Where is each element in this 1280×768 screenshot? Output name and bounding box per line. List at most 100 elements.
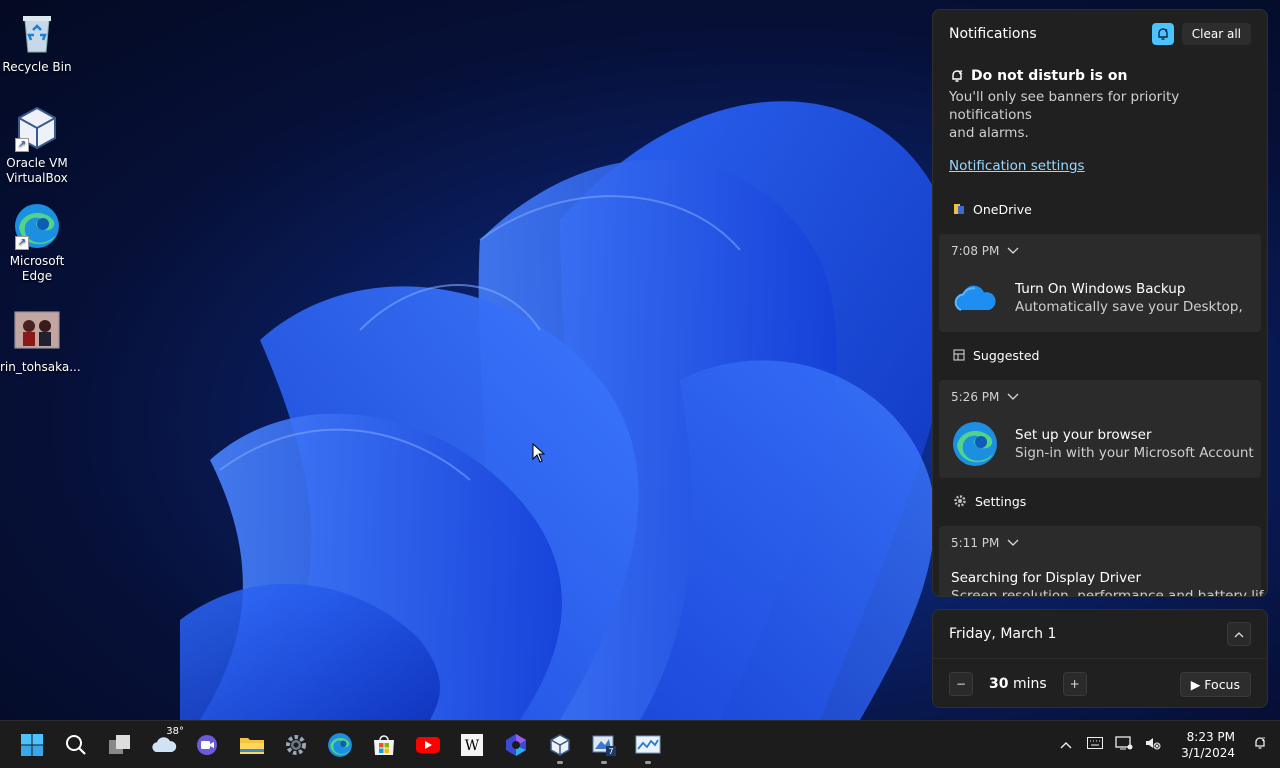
focus-unit: mins [1012,676,1047,692]
group-app-name: Suggested [973,347,1040,363]
taskbar-clock[interactable]: 8:23 PM 3/1/2024 [1167,729,1245,761]
keyboard-icon[interactable] [1080,736,1109,753]
svg-text:W: W [465,738,480,754]
focus-controls: − 30 mins + ▶ Focus [933,659,1267,709]
desktop-icon-label: Recycle Bin [2,60,72,74]
network-icon[interactable] [1109,735,1138,754]
onedrive-cloud-icon [954,285,996,311]
dnd-desc-line: You'll only see banners for priority not… [949,89,1180,123]
dnd-bell-icon: z [1254,736,1265,749]
do-not-disturb-toggle[interactable]: z [1151,23,1174,45]
taskbar-resource-monitor[interactable] [626,725,670,765]
windows-logo-icon [21,733,43,756]
notification-group-suggested: Suggested [933,342,1267,368]
toast-title: Searching for Display Driver [951,570,1141,586]
taskbar-virtual-machine[interactable]: 7 [582,725,626,765]
toast-title: Turn On Windows Backup [1015,281,1186,297]
clock-time: 8:23 PM [1186,729,1235,744]
shortcut-arrow-icon: ↗ [15,236,29,250]
notification-header: Notifications z Clear all [933,10,1267,58]
toast-body: Turn On Windows Backup Automatically sav… [951,274,1249,322]
toast-subtitle: Screen resolution, performance and batte… [951,588,1268,597]
desktop-icon-microsoft-edge[interactable]: ↗ Microsoft Edge [0,202,74,284]
desktop-icon-label: Microsoft [9,254,65,268]
taskbar-file-explorer[interactable] [230,725,274,765]
toast-subtitle: Automatically save your Desktop, [1015,299,1243,315]
decrease-focus-button[interactable]: − [949,672,973,696]
notification-group-settings: Settings [933,488,1267,514]
task-view-button[interactable] [98,725,142,765]
start-button[interactable] [10,725,54,765]
taskbar-microsoft-store[interactable] [362,725,406,765]
taskbar-wikipedia[interactable]: W [450,725,494,765]
taskbar-copilot[interactable] [494,725,538,765]
calendar-panel: Friday, March 1 − 30 mins + ▶ Focus [932,609,1268,708]
dnd-desc-line: and alarms. [949,125,1029,141]
desktop-icon-recycle-bin[interactable]: Recycle Bin [0,8,74,75]
cloud-icon [152,736,177,752]
notification-toast-suggested[interactable]: 5:26 PM Set up your browser Sign-in with… [939,380,1261,478]
running-indicator [645,760,651,764]
taskbar: 38° W 7 8:23 PM 3/1/2024 z [0,720,1280,768]
dnd-title: Do not disturb is on [971,68,1128,84]
group-app-name: OneDrive [973,201,1032,217]
chevron-down-icon[interactable] [1007,539,1019,547]
volume-muted-icon[interactable] [1138,736,1167,754]
notification-bell-button[interactable]: z [1245,735,1274,755]
notification-toast-settings[interactable]: 5:11 PM Searching for Display Driver Scr… [939,526,1267,596]
dnd-heading: z Do not disturb is on [949,68,1251,84]
svg-text:z: z [1262,736,1265,743]
weather-widget[interactable]: 38° [142,725,186,765]
monitor-chart-icon [635,735,661,753]
svg-text:z: z [959,69,963,76]
edge-icon [953,422,997,466]
desktop-icon-label: Edge [21,269,53,283]
running-indicator [557,760,563,764]
desktop-icon-virtualbox[interactable]: ↗ Oracle VM VirtualBox [0,104,74,186]
taskbar-virtualbox[interactable] [538,725,582,765]
notification-center: Notifications z Clear all z Do not distu… [932,9,1268,597]
shortcut-arrow-icon: ↗ [15,138,29,152]
focus-button-label: Focus [1204,676,1240,692]
focus-value: 30 [989,676,1009,692]
increase-focus-button[interactable]: + [1062,672,1087,696]
task-view-icon [109,734,130,754]
desktop-icon-label: VirtualBox [6,171,68,185]
taskbar-edge[interactable] [318,725,362,765]
store-icon [374,734,394,755]
svg-text:7: 7 [608,747,613,756]
toast-body: Set up your browser Sign-in with your Mi… [951,420,1254,468]
expand-calendar-button[interactable] [1227,622,1251,646]
focus-duration: 30 mins [989,676,1047,692]
notification-title: Notifications [949,26,1037,42]
do-not-disturb-info: z Do not disturb is on You'll only see b… [933,58,1267,174]
notification-toast-onedrive[interactable]: 7:08 PM Turn On Windows Backup Automatic… [939,234,1261,332]
search-icon [66,734,86,755]
recycle-bin-icon [13,8,61,56]
taskbar-meet[interactable] [186,725,230,765]
clock-date: 3/1/2024 [1181,745,1235,760]
focus-button[interactable]: ▶ Focus [1179,671,1251,697]
group-app-name: Settings [975,493,1027,509]
desktop-icon-image-file[interactable]: rin_tohsaka... [0,308,81,375]
taskbar-settings[interactable] [274,725,318,765]
desktop-icon-label: Oracle VM [6,156,68,170]
folder-icon [240,737,264,754]
dnd-bell-icon: z [952,69,963,82]
toast-subtitle: Sign-in with your Microsoft Account [1015,445,1254,461]
notification-settings-link[interactable]: Notification settings [949,158,1085,174]
chevron-down-icon[interactable] [1007,247,1019,255]
show-hidden-icons-button[interactable] [1051,737,1080,753]
search-button[interactable] [54,725,98,765]
play-icon: ▶ [1190,676,1201,692]
notification-group-onedrive: OneDrive [933,196,1267,222]
svg-text:z: z [1165,28,1168,34]
clear-all-button[interactable]: Clear all [1181,23,1251,45]
wikipedia-icon: W [461,733,483,756]
taskbar-youtube[interactable] [406,725,450,765]
calendar-header: Friday, March 1 [933,610,1267,659]
chevron-down-icon[interactable] [1007,393,1019,401]
suggested-app-icon [953,349,965,361]
chevron-up-icon [1060,741,1072,748]
virtual-machine-icon: 7 [592,735,616,756]
